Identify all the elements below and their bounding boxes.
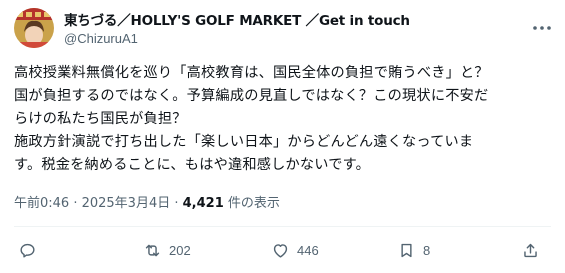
post-line: らけの私たち国民が負担？ bbox=[14, 111, 187, 127]
post-line: 施政方針演説で打ち出した「楽しい日本」からどんどん遠くなっていま bbox=[14, 134, 474, 150]
post-line: 国が負担するのではなく。予算編成の見直しではなく？この現状に不安だ bbox=[14, 88, 489, 104]
more-options-icon[interactable] bbox=[532, 16, 552, 30]
post-text: 高校授業料無償化を巡り「高校教育は、国民全体の負担で賄うべき」と？ 国が負担する… bbox=[14, 62, 554, 177]
author-handle[interactable]: @ChizuruA1 bbox=[64, 31, 138, 46]
like-count: 446 bbox=[297, 242, 319, 258]
post-meta: 午前0:46 · 2025年3月4日 · 4,421 件の表示 bbox=[14, 192, 280, 211]
repost-icon bbox=[145, 244, 160, 256]
share-icon bbox=[524, 243, 537, 257]
reply-button[interactable] bbox=[18, 236, 44, 264]
action-bar: 202 446 8 bbox=[0, 236, 565, 264]
author-display-name[interactable]: 東ちづる／HOLLY'S GOLF MARKET ／Get in touch bbox=[64, 9, 410, 29]
post-timestamp[interactable]: 午前0:46 · 2025年3月4日 · bbox=[14, 196, 183, 211]
like-button[interactable]: 446 bbox=[271, 236, 319, 264]
bookmark-count: 8 bbox=[423, 242, 431, 258]
share-button[interactable] bbox=[521, 236, 540, 264]
avatar[interactable] bbox=[14, 8, 54, 48]
reply-icon bbox=[20, 243, 35, 258]
bookmark-button[interactable]: 8 bbox=[397, 236, 430, 264]
post-line: 高校授業料無償化を巡り「高校教育は、国民全体の負担で賄うべき」と？ bbox=[14, 65, 489, 81]
divider bbox=[14, 226, 551, 227]
bookmark-icon bbox=[401, 243, 412, 257]
repost-count: 202 bbox=[169, 242, 191, 258]
post-line: す。税金を納めることに、もはや違和感しかないです。 bbox=[14, 157, 370, 173]
view-count: 4,421 bbox=[182, 196, 224, 211]
like-icon bbox=[273, 243, 288, 258]
repost-button[interactable]: 202 bbox=[143, 236, 191, 264]
view-count-label: 件の表示 bbox=[223, 196, 280, 211]
